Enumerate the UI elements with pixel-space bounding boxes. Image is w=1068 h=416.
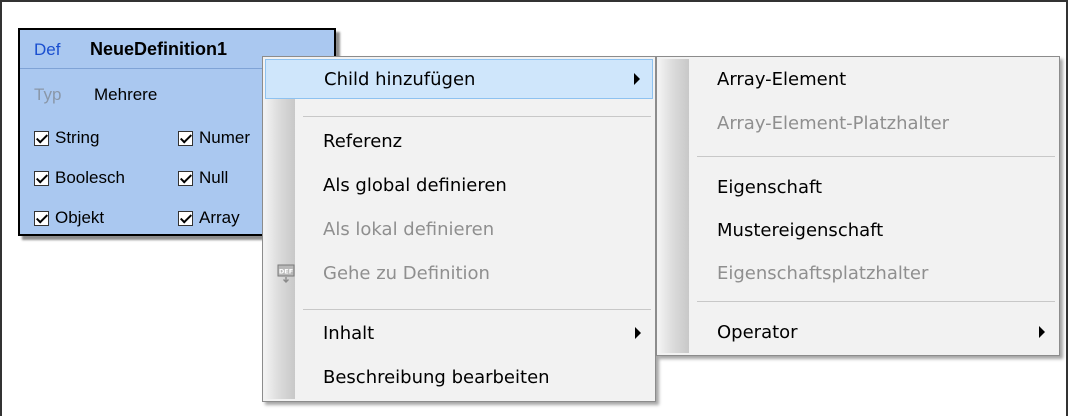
menu-item-als-global-definieren[interactable]: Als global definieren	[265, 165, 653, 205]
checkbox-array[interactable]: Array	[178, 208, 240, 228]
menu-item-label: Referenz	[323, 130, 403, 152]
checkbox-label: Boolesch	[55, 168, 125, 187]
checkbox-checked-icon[interactable]	[34, 170, 49, 186]
menu-divider	[697, 301, 1055, 302]
menu-item-inhalt[interactable]: Inhalt	[265, 313, 653, 353]
menu-item-label: Gehe zu Definition	[323, 262, 490, 284]
context-menu: Child hinzufügen Referenz Als global def…	[262, 56, 656, 402]
menu-item-label: Als global definieren	[323, 174, 507, 196]
menu-item-label: Inhalt	[323, 322, 375, 344]
menu-item-label: Array-Element	[717, 68, 847, 90]
checkbox-boolesch[interactable]: Boolesch	[34, 168, 125, 188]
menu-item-gehe-zu-definition: DEF Gehe zu Definition	[265, 253, 653, 293]
menu-divider	[697, 156, 1055, 157]
submenu-arrow-icon	[634, 73, 640, 85]
menu-divider	[303, 116, 651, 117]
checkbox-checked-icon[interactable]	[178, 130, 193, 146]
checkbox-checked-icon[interactable]	[34, 130, 49, 146]
menu-item-beschreibung-bearbeiten[interactable]: Beschreibung bearbeiten	[265, 357, 653, 397]
menu-item-label: Eigenschaftsplatzhalter	[717, 262, 929, 284]
checkbox-checked-icon[interactable]	[34, 210, 49, 226]
menu-item-label: Operator	[717, 321, 798, 343]
checkbox-label: Numer	[199, 128, 251, 147]
menu-item-label: Beschreibung bearbeiten	[323, 366, 550, 388]
checkbox-label: Objekt	[55, 208, 105, 227]
menu-item-referenz[interactable]: Referenz	[265, 121, 653, 161]
checkbox-checked-icon[interactable]	[178, 210, 193, 226]
type-label: Typ	[34, 85, 62, 104]
submenu-item-array-element-platzhalter: Array-Element-Platzhalter	[659, 103, 1057, 143]
submenu-arrow-icon	[1039, 326, 1045, 338]
submenu-item-mustereigenschaft[interactable]: Mustereigenschaft	[659, 210, 1057, 250]
menu-item-label: Array-Element-Platzhalter	[717, 112, 950, 134]
checkbox-numeric[interactable]: Numer	[178, 128, 250, 148]
menu-item-als-lokal-definieren: Als lokal definieren	[265, 209, 653, 249]
submenu-arrow-icon	[635, 327, 641, 339]
submenu-item-operator[interactable]: Operator	[659, 312, 1057, 352]
definition-name[interactable]: NeueDefinition1	[90, 39, 227, 60]
checkbox-label: String	[55, 128, 100, 147]
menu-item-child-hinzufuegen[interactable]: Child hinzufügen	[265, 59, 653, 99]
checkbox-checked-icon[interactable]	[178, 170, 193, 186]
checkbox-label: Null	[199, 168, 229, 187]
menu-divider	[303, 309, 651, 310]
menu-item-label: Child hinzufügen	[324, 68, 476, 90]
submenu-item-eigenschaftsplatzhalter: Eigenschaftsplatzhalter	[659, 253, 1057, 293]
diagram-canvas: Def NeueDefinition1 Typ Mehrere String N…	[0, 0, 1068, 416]
checkbox-objekt[interactable]: Objekt	[34, 208, 104, 228]
menu-item-label: Mustereigenschaft	[717, 219, 884, 241]
svg-text:DEF: DEF	[279, 268, 293, 276]
child-hinzufuegen-submenu: Array-Element Array-Element-Platzhalter …	[656, 56, 1060, 356]
checkbox-label: Array	[199, 208, 240, 227]
type-value: Mehrere	[94, 85, 158, 104]
checkbox-string[interactable]: String	[34, 128, 99, 148]
menu-item-label: Als lokal definieren	[323, 218, 495, 240]
checkbox-null[interactable]: Null	[178, 168, 228, 188]
submenu-item-eigenschaft[interactable]: Eigenschaft	[659, 167, 1057, 207]
submenu-item-array-element[interactable]: Array-Element	[659, 59, 1057, 99]
menu-item-label: Eigenschaft	[717, 176, 823, 198]
def-icon: DEF	[277, 264, 295, 283]
definition-tag: Def	[34, 40, 61, 59]
